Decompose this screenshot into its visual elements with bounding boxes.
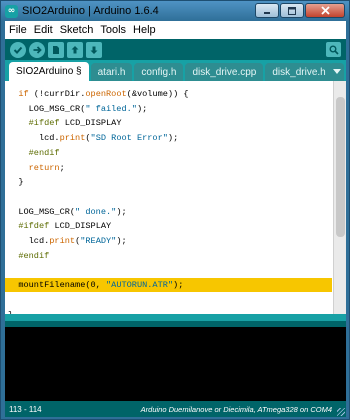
code-line[interactable]: #ifdef LCD_DISPLAY — [5, 116, 332, 130]
code-line[interactable]: #endif — [5, 249, 332, 263]
tab-bar: SIO2Arduino § atari.h config.h disk_driv… — [5, 60, 346, 81]
tab-menu-button[interactable] — [329, 63, 344, 81]
menu-tools[interactable]: Tools — [100, 24, 126, 36]
upload-icon — [33, 45, 42, 54]
code-line[interactable]: if (!currDir.openRoot(&volume)) { — [5, 87, 332, 101]
verify-icon — [13, 46, 23, 54]
new-button[interactable] — [48, 41, 64, 58]
minimize-icon — [264, 11, 270, 14]
tab-disk-drive-h[interactable]: disk_drive.h — [265, 63, 333, 81]
maximize-button[interactable] — [280, 3, 304, 18]
code-line[interactable]: } — [5, 175, 332, 189]
code-line[interactable]: lcd.print("SD Root Error"); — [5, 131, 332, 145]
tab-config-h[interactable]: config.h — [134, 63, 184, 81]
arduino-icon: ∞ — [5, 4, 18, 18]
maximize-icon — [288, 6, 296, 15]
code-line[interactable] — [5, 190, 332, 204]
menu-bar: File Edit Sketch Tools Help — [5, 21, 346, 39]
serial-monitor-icon — [329, 45, 339, 55]
console-output — [5, 327, 346, 401]
window-title: SIO2Arduino | Arduino 1.6.4 — [22, 5, 159, 17]
title-bar[interactable]: ∞ SIO2Arduino | Arduino 1.6.4 — [1, 1, 349, 21]
upload-button[interactable] — [29, 41, 45, 58]
status-bar: 113 - 114 Arduino Duemilanove or Diecimi… — [5, 401, 346, 417]
tab-sio2arduino[interactable]: SIO2Arduino § — [9, 62, 89, 81]
serial-monitor-button[interactable] — [326, 42, 341, 57]
code-editor[interactable]: if (!currDir.openRoot(&volume)) { LOG_MS… — [5, 81, 346, 314]
app-window: ∞ SIO2Arduino | Arduino 1.6.4 File Edit … — [0, 0, 350, 420]
open-button[interactable] — [67, 41, 83, 58]
tab-atari-h[interactable]: atari.h — [90, 63, 133, 81]
highlighted-code-line[interactable]: mountFilename(0, "AUTORUN.ATR"); — [5, 278, 332, 293]
code-line[interactable]: #endif — [5, 146, 332, 160]
chevron-down-icon — [332, 69, 341, 74]
menu-file[interactable]: File — [9, 24, 27, 36]
resize-grip-icon[interactable] — [337, 408, 345, 416]
close-icon — [320, 6, 330, 15]
code-line[interactable]: LOG_MSG_CR(" done."); — [5, 205, 332, 219]
code-line[interactable] — [5, 293, 332, 307]
scrollbar-thumb[interactable] — [336, 97, 345, 237]
editor-console-divider[interactable] — [5, 314, 346, 321]
code-line[interactable]: #ifdef LCD_DISPLAY — [5, 219, 332, 233]
window-controls — [255, 3, 345, 18]
code-line[interactable]: lcd.print("READY"); — [5, 234, 332, 248]
toolbar — [5, 39, 346, 60]
menu-sketch[interactable]: Sketch — [60, 24, 94, 36]
code-line[interactable]: return; — [5, 161, 332, 175]
menu-edit[interactable]: Edit — [34, 24, 53, 36]
line-numbers: 113 - 114 — [9, 404, 42, 414]
verify-button[interactable] — [10, 41, 26, 58]
open-icon — [71, 45, 79, 53]
close-button[interactable] — [305, 3, 345, 18]
save-button[interactable] — [86, 41, 102, 58]
code-line[interactable]: LOG_MSG_CR(" failed."); — [5, 102, 332, 116]
tab-disk-drive-cpp[interactable]: disk_drive.cpp — [185, 63, 264, 81]
new-icon — [53, 45, 59, 54]
vertical-scrollbar[interactable] — [333, 81, 346, 314]
menu-help[interactable]: Help — [133, 24, 156, 36]
minimize-button[interactable] — [255, 3, 279, 18]
code-line[interactable] — [5, 263, 332, 277]
board-info: Arduino Duemilanove or Diecimila, ATmega… — [140, 404, 332, 414]
save-icon — [90, 46, 98, 54]
